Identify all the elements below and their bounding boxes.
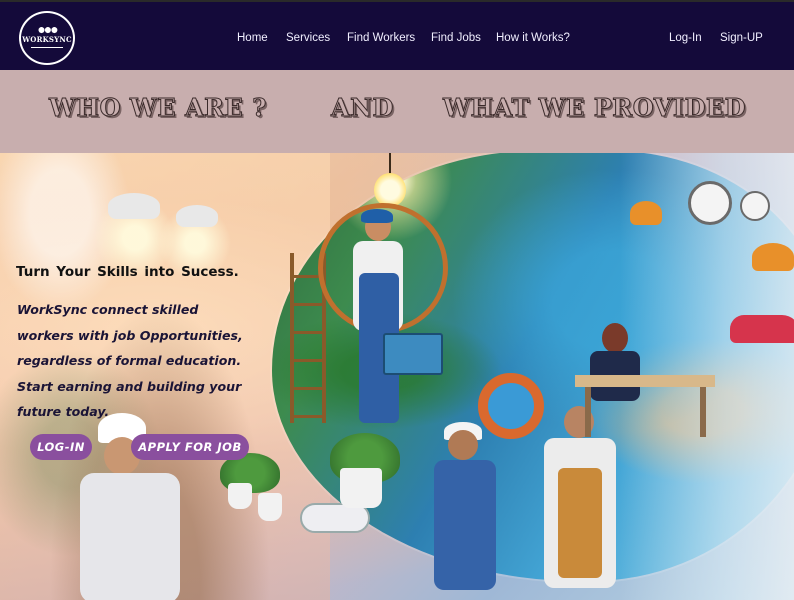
plumber-worker-illustration bbox=[430, 408, 500, 598]
hero-description-line: WorkSync connect skilled bbox=[17, 302, 199, 317]
nav-link-find-workers[interactable]: Find Workers bbox=[347, 32, 415, 44]
car-illustration bbox=[730, 315, 794, 343]
nav-link-login[interactable]: Log-In bbox=[669, 32, 702, 44]
nav-link-services[interactable]: Services bbox=[286, 32, 330, 44]
nav-link-find-jobs[interactable]: Find Jobs bbox=[431, 32, 481, 44]
nav-link-home[interactable]: Home bbox=[237, 32, 268, 44]
hero-description-line: regardless of formal education. bbox=[17, 353, 242, 368]
wall-clock-icon bbox=[688, 181, 732, 225]
apply-for-job-button[interactable]: APPLY FOR JOB bbox=[131, 434, 249, 460]
title-band: WHO WE ARE ? AND WHAT WE PROVIDED bbox=[0, 70, 794, 153]
desk-illustration bbox=[575, 375, 715, 387]
worksync-logo[interactable]: ●●● WORKSYNC bbox=[19, 11, 75, 65]
title-what-we-provided: WHAT WE PROVIDED bbox=[443, 93, 747, 123]
carpenter-worker-illustration bbox=[540, 398, 620, 598]
toolbox-illustration bbox=[383, 333, 443, 375]
title-and: AND bbox=[331, 93, 394, 123]
logo-underline bbox=[31, 47, 63, 48]
ceiling-lamp-icon bbox=[176, 205, 218, 227]
hero-description-line: future today. bbox=[17, 404, 110, 419]
hero-headline: Turn Your Skills into Sucess. bbox=[16, 264, 239, 280]
hero-description-line: Start earning and building your bbox=[17, 378, 242, 394]
hero-description-line: workers with job Opportunities, bbox=[17, 327, 243, 343]
pot-illustration bbox=[340, 468, 382, 508]
hero-login-button[interactable]: LOG-IN bbox=[30, 434, 92, 460]
title-who-we-are: WHO WE ARE ? bbox=[49, 93, 267, 123]
electrician-worker-illustration bbox=[345, 209, 415, 443]
pot-illustration bbox=[228, 483, 252, 509]
nav-link-how-it-works[interactable]: How it Works? bbox=[496, 32, 570, 44]
desk-leg bbox=[585, 387, 591, 437]
nav-link-signup[interactable]: Sign-UP bbox=[720, 32, 763, 44]
navbar: ●●● WORKSYNC Home Services Find Workers … bbox=[0, 0, 794, 70]
ceiling-lamp-icon bbox=[108, 193, 160, 219]
ceiling-lamp-icon bbox=[752, 243, 794, 271]
hero-description: WorkSync connect skilled workers with jo… bbox=[17, 297, 277, 425]
bulb-cord bbox=[389, 153, 391, 175]
ceiling-lamp-icon bbox=[630, 201, 662, 225]
wall-clock-icon bbox=[740, 191, 770, 221]
pot-illustration bbox=[258, 493, 282, 521]
light-bulb-icon bbox=[374, 173, 406, 207]
desk-leg bbox=[700, 387, 706, 437]
logo-text: WORKSYNC bbox=[22, 35, 72, 44]
